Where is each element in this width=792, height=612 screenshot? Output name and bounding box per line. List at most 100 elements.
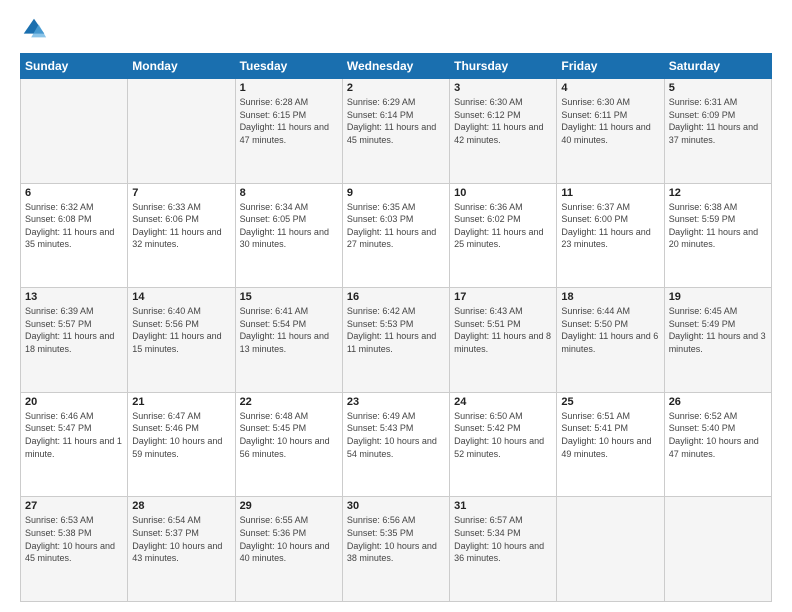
day-info: Sunrise: 6:43 AMSunset: 5:51 PMDaylight:… bbox=[454, 305, 552, 355]
day-info: Sunrise: 6:37 AMSunset: 6:00 PMDaylight:… bbox=[561, 201, 659, 251]
day-info: Sunrise: 6:51 AMSunset: 5:41 PMDaylight:… bbox=[561, 410, 659, 460]
calendar-week-row: 1 Sunrise: 6:28 AMSunset: 6:15 PMDaylight… bbox=[21, 79, 772, 184]
weekday-header-row: SundayMondayTuesdayWednesdayThursdayFrid… bbox=[21, 54, 772, 79]
calendar-cell: 10 Sunrise: 6:36 AMSunset: 6:02 PMDayligh… bbox=[450, 183, 557, 288]
day-info: Sunrise: 6:56 AMSunset: 5:35 PMDaylight:… bbox=[347, 514, 445, 564]
day-number: 14 bbox=[132, 291, 230, 303]
day-number: 7 bbox=[132, 187, 230, 199]
calendar-cell: 3 Sunrise: 6:30 AMSunset: 6:12 PMDaylight… bbox=[450, 79, 557, 184]
day-number: 19 bbox=[669, 291, 767, 303]
calendar-cell: 13 Sunrise: 6:39 AMSunset: 5:57 PMDayligh… bbox=[21, 288, 128, 393]
calendar-cell bbox=[664, 497, 771, 602]
day-number: 3 bbox=[454, 82, 552, 94]
calendar-cell: 28 Sunrise: 6:54 AMSunset: 5:37 PMDayligh… bbox=[128, 497, 235, 602]
weekday-header: Saturday bbox=[664, 54, 771, 79]
calendar-cell: 23 Sunrise: 6:49 AMSunset: 5:43 PMDayligh… bbox=[342, 392, 449, 497]
day-number: 9 bbox=[347, 187, 445, 199]
day-info: Sunrise: 6:41 AMSunset: 5:54 PMDaylight:… bbox=[240, 305, 338, 355]
calendar-cell: 9 Sunrise: 6:35 AMSunset: 6:03 PMDaylight… bbox=[342, 183, 449, 288]
day-info: Sunrise: 6:54 AMSunset: 5:37 PMDaylight:… bbox=[132, 514, 230, 564]
day-info: Sunrise: 6:49 AMSunset: 5:43 PMDaylight:… bbox=[347, 410, 445, 460]
day-number: 11 bbox=[561, 187, 659, 199]
day-number: 10 bbox=[454, 187, 552, 199]
day-number: 27 bbox=[25, 500, 123, 512]
weekday-header: Wednesday bbox=[342, 54, 449, 79]
day-info: Sunrise: 6:31 AMSunset: 6:09 PMDaylight:… bbox=[669, 96, 767, 146]
day-number: 22 bbox=[240, 396, 338, 408]
calendar-week-row: 6 Sunrise: 6:32 AMSunset: 6:08 PMDaylight… bbox=[21, 183, 772, 288]
page: SundayMondayTuesdayWednesdayThursdayFrid… bbox=[0, 0, 792, 612]
day-info: Sunrise: 6:30 AMSunset: 6:11 PMDaylight:… bbox=[561, 96, 659, 146]
day-info: Sunrise: 6:39 AMSunset: 5:57 PMDaylight:… bbox=[25, 305, 123, 355]
day-info: Sunrise: 6:35 AMSunset: 6:03 PMDaylight:… bbox=[347, 201, 445, 251]
calendar-cell: 24 Sunrise: 6:50 AMSunset: 5:42 PMDayligh… bbox=[450, 392, 557, 497]
calendar-cell bbox=[128, 79, 235, 184]
day-info: Sunrise: 6:47 AMSunset: 5:46 PMDaylight:… bbox=[132, 410, 230, 460]
day-number: 26 bbox=[669, 396, 767, 408]
day-info: Sunrise: 6:33 AMSunset: 6:06 PMDaylight:… bbox=[132, 201, 230, 251]
day-info: Sunrise: 6:45 AMSunset: 5:49 PMDaylight:… bbox=[669, 305, 767, 355]
day-info: Sunrise: 6:36 AMSunset: 6:02 PMDaylight:… bbox=[454, 201, 552, 251]
weekday-header: Friday bbox=[557, 54, 664, 79]
calendar-cell: 31 Sunrise: 6:57 AMSunset: 5:34 PMDayligh… bbox=[450, 497, 557, 602]
day-info: Sunrise: 6:28 AMSunset: 6:15 PMDaylight:… bbox=[240, 96, 338, 146]
calendar-cell: 15 Sunrise: 6:41 AMSunset: 5:54 PMDayligh… bbox=[235, 288, 342, 393]
calendar-cell: 2Sunrise: 6:29 AMSunset: 6:14 PMDaylight… bbox=[342, 79, 449, 184]
calendar-cell: 4Sunrise: 6:30 AMSunset: 6:11 PMDaylight… bbox=[557, 79, 664, 184]
day-number: 21 bbox=[132, 396, 230, 408]
calendar-cell: 11 Sunrise: 6:37 AMSunset: 6:00 PMDayligh… bbox=[557, 183, 664, 288]
day-number: 12 bbox=[669, 187, 767, 199]
calendar-cell: 14Sunrise: 6:40 AMSunset: 5:56 PMDayligh… bbox=[128, 288, 235, 393]
day-number: 24 bbox=[454, 396, 552, 408]
calendar-cell bbox=[557, 497, 664, 602]
calendar-cell: 25 Sunrise: 6:51 AMSunset: 5:41 PMDayligh… bbox=[557, 392, 664, 497]
day-info: Sunrise: 6:52 AMSunset: 5:40 PMDaylight:… bbox=[669, 410, 767, 460]
weekday-header: Sunday bbox=[21, 54, 128, 79]
day-info: Sunrise: 6:34 AMSunset: 6:05 PMDaylight:… bbox=[240, 201, 338, 251]
day-number: 20 bbox=[25, 396, 123, 408]
day-info: Sunrise: 6:42 AMSunset: 5:53 PMDaylight:… bbox=[347, 305, 445, 355]
calendar-week-row: 27 Sunrise: 6:53 AMSunset: 5:38 PMDayligh… bbox=[21, 497, 772, 602]
day-info: Sunrise: 6:57 AMSunset: 5:34 PMDaylight:… bbox=[454, 514, 552, 564]
day-number: 18 bbox=[561, 291, 659, 303]
calendar-week-row: 20Sunrise: 6:46 AMSunset: 5:47 PMDayligh… bbox=[21, 392, 772, 497]
calendar-cell bbox=[21, 79, 128, 184]
day-number: 23 bbox=[347, 396, 445, 408]
day-info: Sunrise: 6:32 AMSunset: 6:08 PMDaylight:… bbox=[25, 201, 123, 251]
logo-icon bbox=[20, 15, 48, 43]
day-number: 2 bbox=[347, 82, 445, 94]
calendar-cell: 8 Sunrise: 6:34 AMSunset: 6:05 PMDaylight… bbox=[235, 183, 342, 288]
day-number: 1 bbox=[240, 82, 338, 94]
day-number: 28 bbox=[132, 500, 230, 512]
calendar-cell: 30Sunrise: 6:56 AMSunset: 5:35 PMDayligh… bbox=[342, 497, 449, 602]
day-info: Sunrise: 6:48 AMSunset: 5:45 PMDaylight:… bbox=[240, 410, 338, 460]
calendar-cell: 20Sunrise: 6:46 AMSunset: 5:47 PMDayligh… bbox=[21, 392, 128, 497]
calendar-week-row: 13 Sunrise: 6:39 AMSunset: 5:57 PMDayligh… bbox=[21, 288, 772, 393]
day-number: 8 bbox=[240, 187, 338, 199]
calendar-cell: 19 Sunrise: 6:45 AMSunset: 5:49 PMDayligh… bbox=[664, 288, 771, 393]
weekday-header: Monday bbox=[128, 54, 235, 79]
calendar-cell: 12Sunrise: 6:38 AMSunset: 5:59 PMDayligh… bbox=[664, 183, 771, 288]
calendar-cell: 5 Sunrise: 6:31 AMSunset: 6:09 PMDaylight… bbox=[664, 79, 771, 184]
day-info: Sunrise: 6:30 AMSunset: 6:12 PMDaylight:… bbox=[454, 96, 552, 146]
calendar-cell: 16Sunrise: 6:42 AMSunset: 5:53 PMDayligh… bbox=[342, 288, 449, 393]
day-number: 5 bbox=[669, 82, 767, 94]
calendar-cell: 22 Sunrise: 6:48 AMSunset: 5:45 PMDayligh… bbox=[235, 392, 342, 497]
calendar-cell: 26 Sunrise: 6:52 AMSunset: 5:40 PMDayligh… bbox=[664, 392, 771, 497]
day-number: 29 bbox=[240, 500, 338, 512]
day-number: 31 bbox=[454, 500, 552, 512]
day-info: Sunrise: 6:53 AMSunset: 5:38 PMDaylight:… bbox=[25, 514, 123, 564]
day-number: 15 bbox=[240, 291, 338, 303]
day-info: Sunrise: 6:44 AMSunset: 5:50 PMDaylight:… bbox=[561, 305, 659, 355]
day-number: 13 bbox=[25, 291, 123, 303]
calendar-cell: 29 Sunrise: 6:55 AMSunset: 5:36 PMDayligh… bbox=[235, 497, 342, 602]
day-info: Sunrise: 6:50 AMSunset: 5:42 PMDaylight:… bbox=[454, 410, 552, 460]
day-number: 17 bbox=[454, 291, 552, 303]
day-number: 25 bbox=[561, 396, 659, 408]
calendar-cell: 6 Sunrise: 6:32 AMSunset: 6:08 PMDaylight… bbox=[21, 183, 128, 288]
calendar-cell: 18 Sunrise: 6:44 AMSunset: 5:50 PMDayligh… bbox=[557, 288, 664, 393]
weekday-header: Tuesday bbox=[235, 54, 342, 79]
weekday-header: Thursday bbox=[450, 54, 557, 79]
day-info: Sunrise: 6:55 AMSunset: 5:36 PMDaylight:… bbox=[240, 514, 338, 564]
day-number: 6 bbox=[25, 187, 123, 199]
